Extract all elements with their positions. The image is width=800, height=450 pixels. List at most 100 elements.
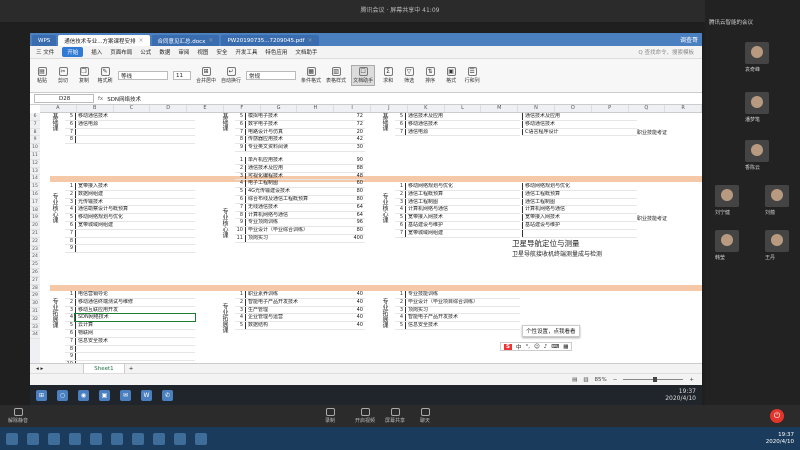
column-header[interactable]: O xyxy=(555,105,592,112)
course-number[interactable]: 3 xyxy=(65,199,75,206)
zoom-slider[interactable] xyxy=(623,377,684,382)
course-hours[interactable]: 80 xyxy=(349,188,365,195)
app-icon[interactable]: ✉ xyxy=(120,389,131,401)
tab-spreadsheet[interactable]: 通信技术专业...方案课程安排 × xyxy=(58,35,150,46)
course-hours[interactable]: 88 xyxy=(349,165,365,172)
course-hours[interactable]: 20 xyxy=(349,129,365,136)
course-number[interactable]: 8 xyxy=(65,238,75,245)
app-icon[interactable]: W xyxy=(141,389,152,401)
course-number[interactable]: 8 xyxy=(65,346,75,353)
column-header[interactable]: D xyxy=(150,105,188,112)
course-name[interactable]: 毕业设计（毕业项目综合训练） xyxy=(405,298,520,306)
row-number[interactable]: 15 xyxy=(30,183,40,191)
row-number[interactable]: 29 xyxy=(30,292,40,301)
app-icon[interactable]: ▣ xyxy=(99,389,110,401)
menu-review[interactable]: 审阅 xyxy=(178,48,189,56)
course-number[interactable]: 2 xyxy=(65,191,75,198)
course-number[interactable]: 7 xyxy=(65,338,75,345)
course-hours[interactable]: 40 xyxy=(349,299,365,306)
course-number[interactable]: 1 xyxy=(235,291,245,298)
course-number[interactable]: 4 xyxy=(395,314,405,321)
zoom-out-button[interactable]: − xyxy=(613,377,618,383)
app-icon[interactable] xyxy=(69,432,81,445)
course-name[interactable] xyxy=(75,237,195,245)
course-name[interactable]: 宽带城域网组建 xyxy=(405,229,520,237)
course-name[interactable]: 数据网组建 xyxy=(75,190,195,198)
close-icon[interactable]: × xyxy=(308,37,313,44)
column-header[interactable]: C xyxy=(114,105,151,112)
skin-icon[interactable]: ▦ xyxy=(563,344,568,350)
row-number[interactable]: 12 xyxy=(30,160,40,168)
mute-button[interactable]: 解除静音 xyxy=(8,408,28,424)
participant-video[interactable] xyxy=(765,230,789,252)
course-name[interactable]: 无线通信技术 xyxy=(245,203,349,211)
column-header[interactable]: H xyxy=(297,105,335,112)
course-name[interactable]: 计算机网络与通信 xyxy=(245,211,349,219)
course-number[interactable]: 2 xyxy=(65,299,75,306)
sheet-tab[interactable]: Sheet1 xyxy=(83,363,125,374)
menu-start[interactable]: 开始 xyxy=(62,47,84,57)
app-icon[interactable] xyxy=(27,432,39,445)
column-header[interactable]: B xyxy=(77,105,114,112)
course-number[interactable]: 7 xyxy=(65,230,75,237)
column-header[interactable]: P xyxy=(592,105,629,112)
course-name[interactable]: 数字电子技术 xyxy=(245,120,349,128)
course-number[interactable]: 5 xyxy=(235,322,245,329)
row-number[interactable]: 26 xyxy=(30,269,40,277)
course-hours[interactable]: 64 xyxy=(349,212,365,219)
emoji-icon[interactable]: ☺ xyxy=(534,344,540,350)
course-name[interactable]: 顶岗实习 xyxy=(245,234,349,242)
course-name[interactable]: 信息安全技术 xyxy=(75,337,195,345)
course-hours[interactable]: 72 xyxy=(349,113,365,120)
sogou-icon[interactable]: S xyxy=(504,343,512,350)
course-hours[interactable]: 80 xyxy=(349,196,365,203)
course-number[interactable]: 9 xyxy=(235,219,245,226)
row-number[interactable]: 23 xyxy=(30,246,40,254)
formula-input[interactable]: SDN网络技术 xyxy=(107,95,141,103)
course-name[interactable]: 专业顶岗训练 xyxy=(245,219,349,227)
course-number[interactable]: 11 xyxy=(235,235,245,242)
participant-video[interactable] xyxy=(715,185,739,207)
course-name[interactable]: 基站建设与维护 xyxy=(522,221,637,229)
windows-start-icon[interactable]: ⊞ xyxy=(36,389,47,401)
row-number[interactable]: 25 xyxy=(30,261,40,269)
course-number[interactable]: 3 xyxy=(395,199,405,206)
menu-formula[interactable]: 公式 xyxy=(140,48,151,56)
course-name[interactable]: 移动网络规划与优化 xyxy=(405,183,520,190)
row-number[interactable]: 19 xyxy=(30,214,40,223)
app-icon[interactable] xyxy=(48,432,60,445)
row-number[interactable]: 14 xyxy=(30,175,40,184)
course-name[interactable]: 通信工程制图 xyxy=(522,198,637,206)
course-name[interactable]: 移动通信终端测试与维修 xyxy=(75,298,195,306)
row-number[interactable]: 32 xyxy=(30,316,40,324)
column-header[interactable]: Q xyxy=(629,105,666,112)
course-hours[interactable]: 96 xyxy=(349,219,365,226)
app-icon[interactable] xyxy=(90,432,102,445)
course-name[interactable]: 专业技能训练 xyxy=(405,291,520,298)
row-number[interactable]: 20 xyxy=(30,222,40,230)
row-number[interactable]: 27 xyxy=(30,277,40,285)
course-number[interactable]: 1 xyxy=(65,183,75,190)
paste-button[interactable]: ▤ 粘贴 xyxy=(34,67,50,84)
course-number[interactable]: 7 xyxy=(235,204,245,211)
doc-assist-button[interactable]: ☐ 文档助手 xyxy=(351,65,376,86)
course-name[interactable] xyxy=(75,128,195,136)
course-hours[interactable]: 40 xyxy=(349,322,365,329)
course-number[interactable]: 5 xyxy=(235,188,245,195)
table-style-button[interactable]: ▥ 表格样式 xyxy=(326,67,346,84)
app-icon[interactable] xyxy=(111,432,123,445)
menu-dev[interactable]: 开发工具 xyxy=(235,48,257,56)
course-number[interactable]: 4 xyxy=(235,314,245,321)
row-number[interactable]: 11 xyxy=(30,152,40,160)
course-name[interactable]: 移动通信技术 xyxy=(405,120,520,128)
course-name[interactable]: 企业管理与运营 xyxy=(245,314,349,322)
course-name[interactable]: 生产管理 xyxy=(245,306,349,314)
course-number[interactable]: 1 xyxy=(395,183,405,190)
course-name[interactable]: 通信工程概预算 xyxy=(405,190,520,198)
course-name[interactable]: 通信电源 xyxy=(405,128,520,136)
format-painter-button[interactable]: ✎ 格式刷 xyxy=(97,67,113,84)
row-number[interactable]: 30 xyxy=(30,300,40,308)
course-name[interactable]: 移动通信技术 xyxy=(75,113,195,120)
row-number[interactable]: 21 xyxy=(30,230,40,238)
course-hours[interactable]: 64 xyxy=(349,204,365,211)
